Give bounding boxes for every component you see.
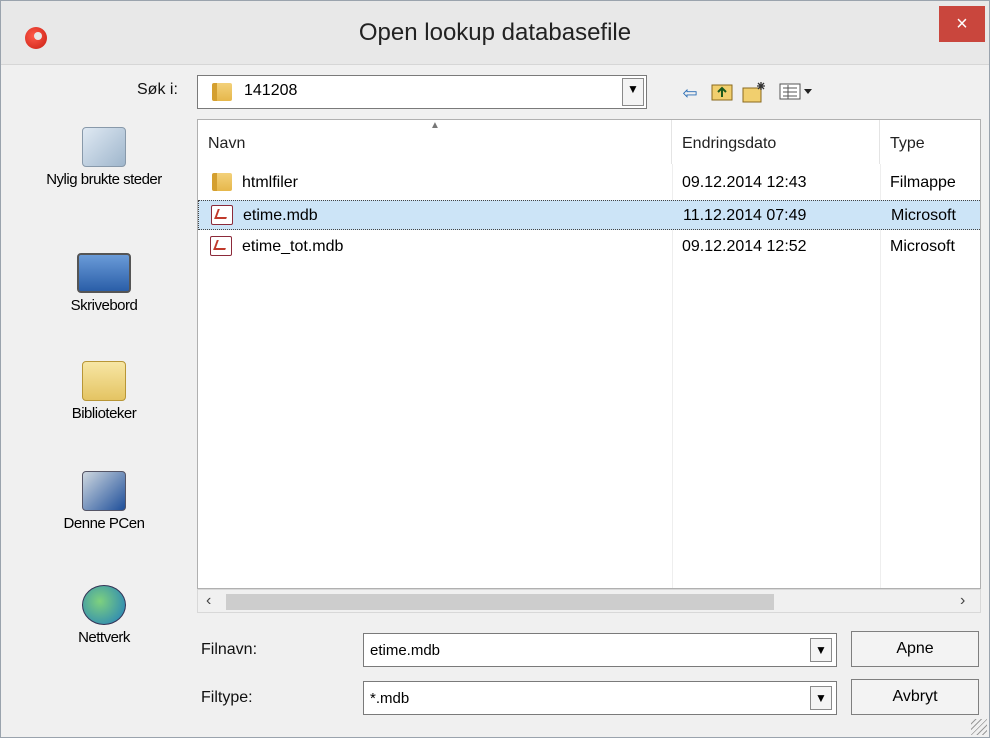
- folder-icon: [212, 83, 232, 101]
- list-item[interactable]: etime.mdb 11.12.2014 07:49 Microsoft: [198, 200, 980, 230]
- desktop-icon: [77, 253, 131, 293]
- this-pc-icon: [82, 471, 126, 511]
- filetype-dropdown[interactable]: *.mdb ▼: [363, 681, 837, 715]
- scroll-left-icon[interactable]: ‹: [206, 592, 211, 610]
- title-bar: Open lookup databasefile ×: [1, 1, 989, 65]
- resize-grip-icon[interactable]: [971, 719, 987, 735]
- cancel-button[interactable]: Avbryt: [851, 679, 979, 715]
- access-database-icon: [210, 236, 232, 256]
- column-header-date[interactable]: Endringsdato: [672, 120, 880, 164]
- network-icon: [82, 585, 126, 625]
- filename-value: etime.mdb: [370, 642, 441, 659]
- new-folder-icon[interactable]: [741, 81, 767, 105]
- view-menu-icon[interactable]: [775, 81, 821, 105]
- up-folder-icon[interactable]: [709, 81, 735, 105]
- scrollbar-thumb[interactable]: [226, 594, 774, 610]
- place-recent[interactable]: Nylig brukte steder: [19, 127, 189, 189]
- folder-icon: [212, 173, 232, 191]
- horizontal-scrollbar[interactable]: ‹ ›: [197, 589, 981, 613]
- chevron-down-icon[interactable]: ▼: [810, 638, 832, 662]
- lookin-value: 141208: [244, 82, 298, 99]
- place-libraries[interactable]: Biblioteker: [19, 361, 189, 423]
- back-arrow-icon[interactable]: ⇦: [677, 81, 703, 105]
- access-database-icon: [211, 205, 233, 225]
- file-type: Microsoft: [891, 207, 956, 224]
- file-name: etime.mdb: [243, 207, 318, 224]
- libraries-icon: [82, 361, 126, 401]
- chevron-down-icon[interactable]: ▼: [622, 78, 644, 106]
- file-type: Microsoft: [890, 238, 955, 255]
- dialog-title: Open lookup databasefile: [358, 19, 632, 46]
- lookin-dropdown[interactable]: 141208 ▼: [197, 75, 647, 109]
- places-bar: Nylig brukte steder Skrivebord Bibliotek…: [19, 119, 189, 684]
- filetype-value: *.mdb: [370, 690, 410, 707]
- file-date: 09.12.2014 12:52: [682, 238, 807, 255]
- open-file-dialog: Open lookup databasefile × Søk i: 141208…: [0, 0, 990, 738]
- sort-up-icon: ▲: [430, 120, 440, 131]
- close-button[interactable]: ×: [939, 6, 985, 42]
- place-this-pc[interactable]: Denne PCen: [19, 471, 189, 533]
- chevron-down-icon[interactable]: ▼: [810, 686, 832, 710]
- file-name: etime_tot.mdb: [242, 238, 344, 255]
- list-item[interactable]: htmlfiler 09.12.2014 12:43 Filmappe: [198, 168, 980, 198]
- recent-places-icon: [82, 127, 126, 167]
- file-list[interactable]: Navn ▲ Endringsdato Type htmlfiler 09.12…: [197, 119, 981, 589]
- file-name: htmlfiler: [242, 174, 299, 191]
- place-network[interactable]: Nettverk: [19, 585, 189, 647]
- lookin-label: Søk i:: [137, 81, 178, 98]
- column-header-type[interactable]: Type: [880, 120, 980, 164]
- list-item[interactable]: etime_tot.mdb 09.12.2014 12:52 Microsoft: [198, 232, 980, 262]
- file-date: 11.12.2014 07:49: [683, 207, 807, 224]
- place-desktop[interactable]: Skrivebord: [19, 253, 189, 315]
- filename-input[interactable]: etime.mdb ▼: [363, 633, 837, 667]
- file-type: Filmappe: [890, 174, 956, 191]
- filetype-label: Filtype:: [201, 689, 253, 706]
- file-date: 09.12.2014 12:43: [682, 174, 807, 191]
- scroll-right-icon[interactable]: ›: [960, 592, 965, 610]
- open-button[interactable]: Apne: [851, 631, 979, 667]
- filename-label: Filnavn:: [201, 641, 258, 658]
